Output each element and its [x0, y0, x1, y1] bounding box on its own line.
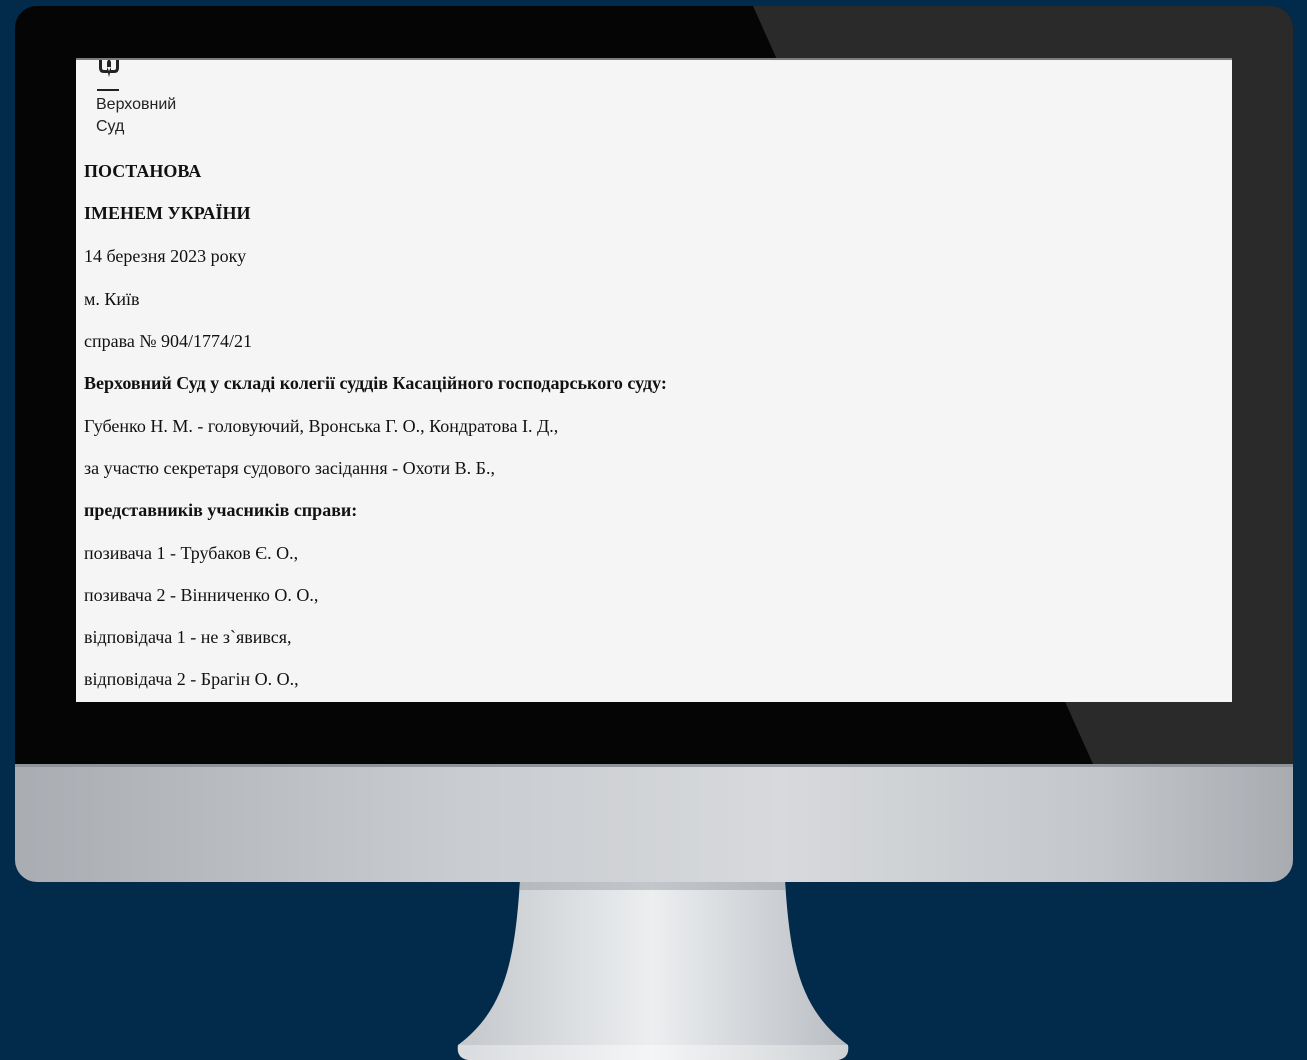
doc-case-number: справа № 904/1774/21 [84, 331, 253, 351]
doc-plaintiff-1: позивача 1 - Трубаков Є. О., [84, 543, 299, 563]
doc-secretary: за участю секретаря судового засідання -… [84, 458, 496, 478]
doc-defendant-2: відповідача 2 - Брагін О. О., [84, 669, 299, 689]
doc-date: 14 березня 2023 року [84, 246, 247, 266]
doc-defendant-1: відповідача 1 - не з`явився, [84, 627, 292, 647]
monitor-chin [15, 764, 1293, 882]
doc-plaintiff-2: позивача 2 - Вінниченко О. О., [84, 585, 319, 605]
doc-city: м. Київ [84, 289, 140, 309]
logo-rule [97, 89, 119, 91]
doc-heading-decree: ПОСТАНОВА [84, 161, 202, 181]
doc-representatives-heading: представників учасників справи: [84, 500, 358, 520]
trident-icon [99, 60, 119, 77]
logo-line-1: Верховний [96, 96, 177, 113]
doc-court-composition: Верховний Суд у складі колегії суддів Ка… [84, 373, 667, 393]
doc-heading-name-of-ukraine: ІМЕНЕМ УКРАЇНИ [84, 203, 251, 223]
screen: Верховний Суд ПОСТАНОВА ІМЕНЕМ УКРАЇНИ 1… [76, 58, 1232, 702]
doc-judges: Губенко Н. М. - головуючий, Вронська Г. … [84, 416, 559, 436]
logo-line-2: Суд [96, 118, 125, 135]
